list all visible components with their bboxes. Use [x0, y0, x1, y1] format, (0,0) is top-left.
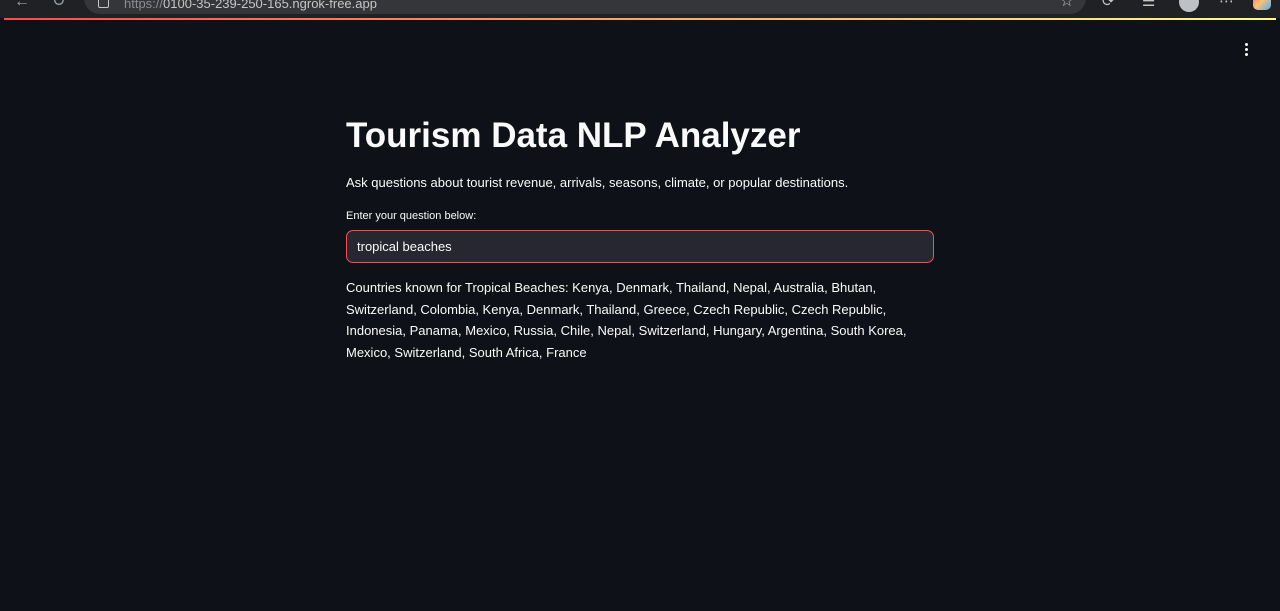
- reload-icon[interactable]: ↻: [52, 0, 65, 10]
- back-arrow-icon[interactable]: ←: [14, 0, 30, 10]
- url-host: 0100-35-239-250-165.ngrok-free.app: [163, 0, 377, 11]
- question-input-label: Enter your question below:: [346, 210, 477, 222]
- copilot-icon[interactable]: [1253, 0, 1271, 10]
- address-bar[interactable]: https://0100-35-239-250-165.ngrok-free.a…: [84, 0, 1086, 14]
- reading-list-icon[interactable]: ☰: [1142, 0, 1155, 10]
- star-icon[interactable]: ☆: [1060, 0, 1074, 10]
- url-text[interactable]: https://0100-35-239-250-165.ngrok-free.a…: [124, 0, 377, 11]
- app-view: Tourism Data NLP Analyzer Ask questions …: [4, 18, 1276, 611]
- browser-toolbar: ← ↻ https://0100-35-239-250-165.ngrok-fr…: [0, 0, 1280, 18]
- page-subtitle: Ask questions about tourist revenue, arr…: [346, 175, 849, 190]
- extensions-icon[interactable]: ⟳: [1102, 0, 1115, 10]
- question-input[interactable]: [346, 230, 934, 263]
- page-title: Tourism Data NLP Analyzer: [346, 116, 801, 155]
- site-info-icon[interactable]: [98, 0, 109, 8]
- url-scheme: https://: [124, 0, 164, 11]
- answer-text: Countries known for Tropical Beaches: Ke…: [346, 280, 907, 360]
- top-decoration-bar: [4, 18, 1276, 20]
- profile-avatar[interactable]: [1179, 0, 1199, 12]
- kebab-menu-icon[interactable]: [1234, 40, 1258, 58]
- more-icon[interactable]: ⋯: [1219, 0, 1234, 10]
